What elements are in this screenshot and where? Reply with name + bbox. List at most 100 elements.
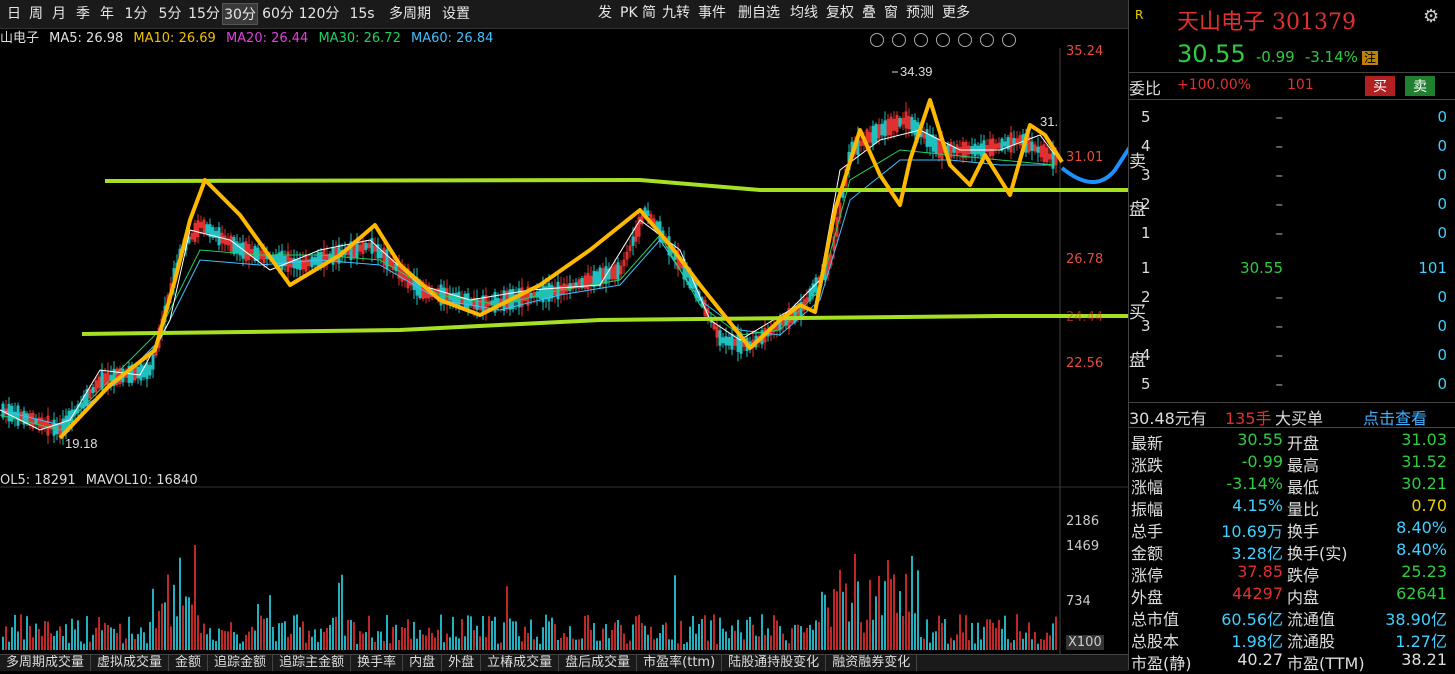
volume-bar	[425, 635, 427, 650]
current-price: 30.55	[1177, 40, 1246, 68]
indicator-tab-5[interactable]: 换手率	[351, 655, 404, 671]
volume-bar	[734, 630, 736, 650]
volume-bar	[887, 560, 889, 650]
indicator-tab-0[interactable]: 多周期成交量	[0, 655, 92, 671]
quote-label-right: 流通值	[1287, 610, 1336, 629]
indicator-tab-9[interactable]: 盘后成交量	[559, 655, 638, 671]
last-visible-annotation: 31.	[1040, 114, 1058, 129]
volume-bar	[179, 557, 181, 650]
indicator-tab-8[interactable]: 立椿成交量	[481, 655, 560, 671]
volume-bar	[221, 630, 223, 650]
volume-bar	[1013, 640, 1015, 650]
volume-bar	[779, 626, 781, 650]
volume-bar	[227, 631, 229, 650]
volume-bar	[89, 641, 91, 650]
quote-label-right: 换手	[1287, 522, 1320, 541]
volume-bar	[74, 629, 76, 650]
volume-bar	[308, 630, 310, 650]
volume-bar	[737, 619, 739, 650]
volume-bar	[761, 614, 763, 650]
buybox-price: –	[1275, 317, 1284, 335]
stock-code: 301379	[1272, 10, 1356, 35]
sell-button[interactable]: 卖	[1405, 76, 1435, 96]
volume-bar	[98, 617, 100, 650]
volume-bar	[206, 634, 208, 650]
volume-bar	[590, 629, 592, 650]
gear-icon[interactable]: ⚙	[1423, 6, 1439, 27]
volume-bar	[287, 637, 289, 650]
candle	[235, 241, 239, 254]
indicator-tab-12[interactable]: 融资融券变化	[826, 655, 918, 671]
volume-bar	[713, 614, 715, 650]
volume-bar	[833, 589, 835, 650]
price-change: -0.99	[1255, 48, 1295, 66]
order-ratio-row: 委比 +100.00% 101 买 卖	[1129, 72, 1455, 100]
quote-label-left: 涨停	[1131, 566, 1164, 585]
volume-bar	[317, 641, 319, 650]
buybox-volume: 101	[1418, 259, 1447, 277]
indicator-tab-3[interactable]: 追踪金额	[208, 655, 274, 671]
volume-bar	[848, 621, 850, 650]
candle	[616, 262, 620, 280]
quote-value-left: 60.56亿	[1221, 610, 1283, 629]
indicator-tab-7[interactable]: 外盘	[442, 655, 482, 671]
volume-bar	[875, 596, 877, 650]
indicator-tab-10[interactable]: 市盈率(ttm)	[637, 655, 723, 671]
volume-bar	[362, 633, 364, 650]
volume-bar	[80, 641, 82, 650]
candle	[1003, 141, 1007, 147]
volume-bar	[572, 638, 574, 650]
volume-bar	[176, 616, 178, 650]
volume-bar	[827, 607, 829, 650]
volume-bar	[503, 622, 505, 650]
trend-sketch	[58, 98, 1064, 440]
volume-bar	[983, 626, 985, 650]
volume-bar	[350, 619, 352, 650]
volume-bar	[110, 627, 112, 650]
volume-bar	[863, 632, 865, 650]
indicator-tab-2[interactable]: 金额	[169, 655, 209, 671]
volume-bar	[866, 619, 868, 650]
price-axis-31: 31.01	[1066, 150, 1104, 165]
volume-bar	[968, 640, 970, 650]
volume-bar	[485, 637, 487, 650]
buybox-level: 3	[1141, 317, 1151, 335]
volume-bar	[245, 634, 247, 650]
volume-bar	[548, 621, 550, 650]
big-order-price: 30.48元有	[1129, 409, 1207, 428]
candle	[364, 242, 368, 250]
volume-bar	[35, 623, 37, 650]
volume-bar	[569, 626, 571, 650]
big-order-link[interactable]: 点击查看	[1363, 405, 1427, 429]
candle	[100, 370, 104, 390]
volume-bar	[218, 628, 220, 650]
sellbox-price: –	[1275, 108, 1284, 126]
indicator-tab-1[interactable]: 虚拟成交量	[91, 655, 170, 671]
indicator-tab-6[interactable]: 内盘	[403, 655, 443, 671]
volume-bar	[542, 627, 544, 650]
volume-bar	[602, 628, 604, 650]
volume-bar	[143, 632, 145, 650]
volume-bar	[299, 627, 301, 650]
volume-bar	[764, 634, 766, 650]
volume-bar	[59, 626, 61, 650]
volume-bar	[950, 637, 952, 650]
volume-bar	[635, 616, 637, 650]
volume-bar	[929, 642, 931, 650]
volume-bar	[644, 625, 646, 650]
vol-axis-3: 734	[1066, 594, 1091, 609]
volume-bar	[404, 627, 406, 650]
volume-bar	[977, 622, 979, 650]
candle	[538, 289, 542, 299]
buy-button[interactable]: 买	[1365, 76, 1395, 96]
indicator-tab-4[interactable]: 追踪主金额	[273, 655, 352, 671]
volume-bar	[494, 616, 496, 650]
volume-bar	[797, 624, 799, 650]
volume-bar	[284, 621, 286, 650]
volume-bar	[122, 643, 124, 650]
volume-bar	[869, 579, 871, 650]
candlestick-chart[interactable]: 34.39 19.18 31.	[0, 0, 1128, 654]
indicator-tab-11[interactable]: 陆股通持股变化	[722, 655, 827, 671]
volume-bar	[914, 613, 916, 650]
volume-bar	[1004, 615, 1006, 650]
